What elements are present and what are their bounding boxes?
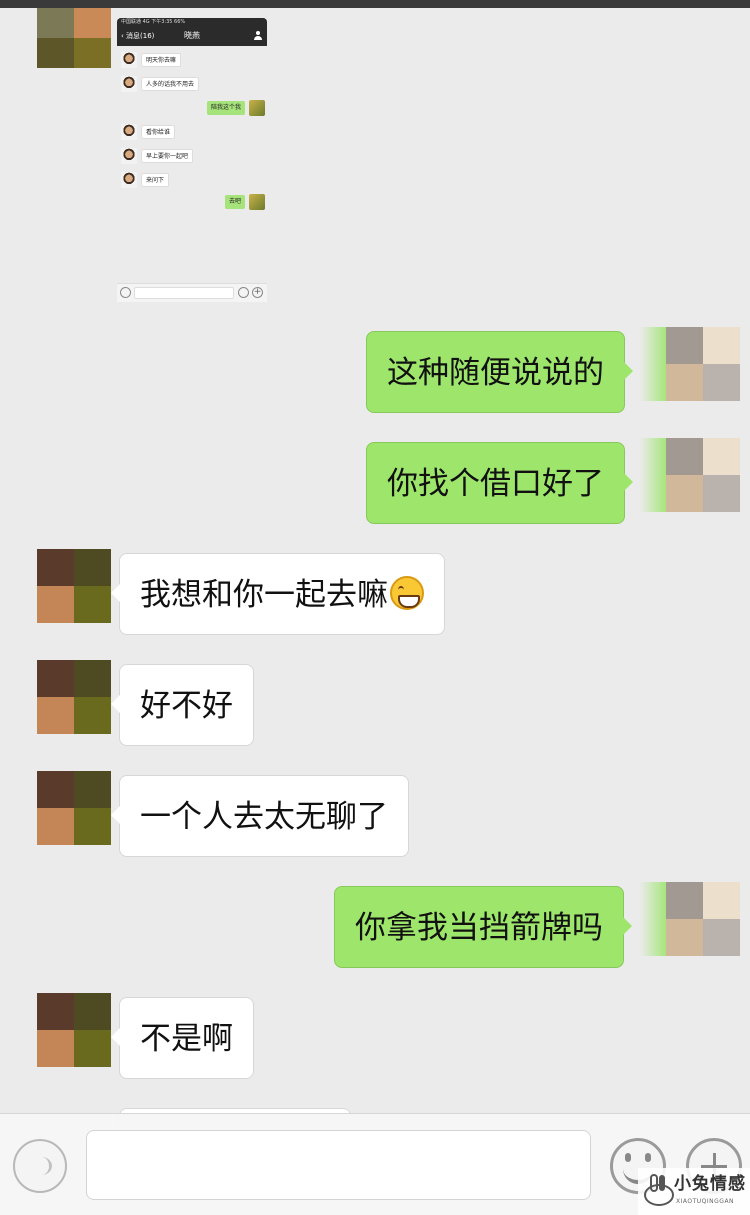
thumbnail-message: 人多的话我不用去 (117, 76, 267, 92)
own-avatar[interactable] (666, 327, 740, 401)
thumbnail-plus-icon: + (252, 287, 263, 298)
thumbnail-bubble: 去吧 (224, 195, 245, 209)
thumbnail-message: 陪我这个我 (117, 100, 267, 116)
outgoing-message-bubble[interactable]: 这种随便说说的 (366, 331, 633, 413)
rabbit-logo-icon (642, 1174, 674, 1208)
thumbnail-avatar (121, 124, 137, 140)
thumbnail-message: 来问下 (117, 172, 267, 188)
thumbnail-avatar (121, 76, 137, 92)
incoming-message-bubble[interactable]: 一个人去太无聊了 (111, 775, 409, 857)
contact-avatar[interactable] (37, 771, 111, 845)
contact-avatar[interactable] (37, 8, 111, 68)
thumbnail-bubble: 来问下 (141, 173, 170, 187)
watermark-subtitle: XIAOTUQINGGAN (676, 1198, 735, 1205)
thumbnail-voice-icon (120, 287, 131, 298)
top-status-strip (0, 0, 750, 8)
contact-avatar[interactable] (37, 660, 111, 734)
shared-screenshot-image[interactable]: 中国联通 4G 下午3:35 66% ‹ 消息(16) 晓燕 明天你去嘛 人多的… (117, 18, 267, 302)
message-text: 我想和你一起去嘛 (140, 577, 388, 613)
thumbnail-status-bar: 中国联通 4G 下午3:35 66% (117, 18, 267, 26)
thumbnail-bubble: 看你给谁 (141, 125, 176, 139)
own-avatar[interactable] (666, 438, 740, 512)
thumbnail-text-field (134, 287, 234, 299)
thumbnail-avatar (249, 100, 265, 116)
thumbnail-bubble: 人多的话我不用去 (141, 77, 200, 91)
contact-avatar[interactable] (37, 549, 111, 623)
person-icon (254, 31, 262, 40)
watermark-title: 小兔情感 (674, 1174, 746, 1194)
thumbnail-avatar (121, 148, 137, 164)
thumbnail-bubble: 明天你去嘛 (141, 53, 182, 67)
thumbnail-emoji-icon (238, 287, 249, 298)
thumbnail-bubble: 陪我这个我 (206, 101, 245, 115)
thumbnail-avatar (121, 172, 137, 188)
incoming-message-bubble[interactable]: 好不好 (111, 664, 254, 746)
thumbnail-message: 明天你去嘛 (117, 52, 267, 68)
watermark: 小兔情感 XIAOTUQINGGAN (638, 1168, 750, 1215)
outgoing-message-bubble[interactable]: 你找个借口好了 (366, 442, 633, 524)
thumbnail-avatar (121, 52, 137, 68)
incoming-message-bubble[interactable]: 不是啊 (111, 997, 254, 1079)
thumbnail-message: 去吧 (117, 194, 267, 210)
own-avatar[interactable] (666, 882, 740, 956)
thumbnail-bubble: 早上要你一起吧 (141, 149, 194, 163)
thumbnail-avatar (249, 194, 265, 210)
thumbnail-input-bar: + (117, 283, 267, 302)
contact-avatar[interactable] (37, 993, 111, 1067)
outgoing-message-bubble[interactable]: 你拿我当挡箭牌吗 (334, 886, 632, 968)
thumbnail-nav-bar: ‹ 消息(16) 晓燕 (117, 26, 267, 46)
thumbnail-title: 晓燕 (184, 31, 200, 40)
grinning-face-emoji-icon (390, 576, 424, 610)
message-input[interactable] (86, 1130, 591, 1200)
thumbnail-message: 看你给谁 (117, 124, 267, 140)
incoming-message-bubble[interactable]: 我想和你一起去嘛 (111, 553, 445, 635)
voice-icon[interactable] (13, 1139, 67, 1193)
thumbnail-message: 早上要你一起吧 (117, 148, 267, 164)
